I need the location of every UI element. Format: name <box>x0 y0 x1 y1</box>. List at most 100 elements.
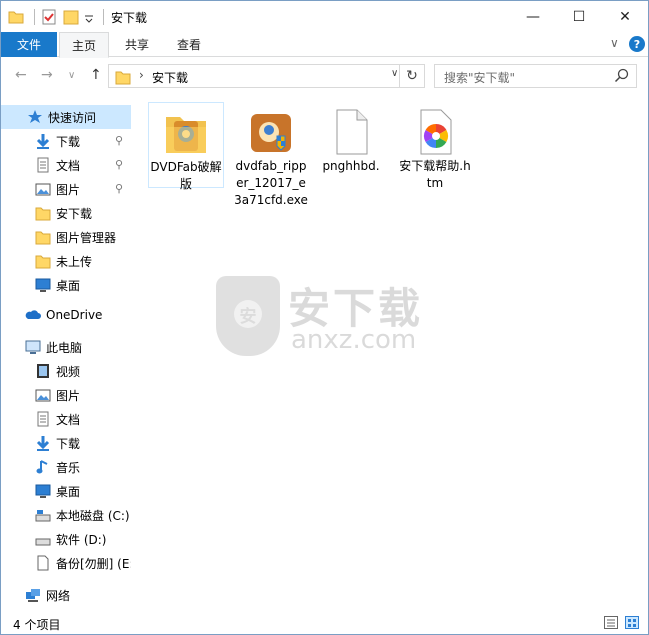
sidebar-item-drive-d[interactable]: 软件 (D:) <box>1 527 131 551</box>
sidebar-item-quick-access[interactable]: 快速访问 <box>1 105 131 129</box>
sidebar-item-label: 视频 <box>56 364 81 379</box>
installer-icon <box>247 108 295 156</box>
tab-share[interactable]: 共享 <box>113 32 161 57</box>
pin-icon[interactable]: ⚲ <box>115 182 123 195</box>
sidebar-item-label: 文档 <box>56 158 81 173</box>
maximize-button[interactable]: ☐ <box>556 1 602 32</box>
tab-view[interactable]: 查看 <box>165 32 213 57</box>
star-icon <box>27 109 43 125</box>
sidebar-item-drive-e[interactable]: 备份[勿删] (E: <box>1 551 131 575</box>
sidebar-item-label: 网络 <box>46 588 71 603</box>
file-item[interactable]: DVDFab破解版 <box>148 102 224 191</box>
folder-icon <box>115 69 131 88</box>
file-name: DVDFab破解版 <box>150 160 222 191</box>
sidebar-item-label: 桌面 <box>56 484 81 499</box>
drive-icon <box>35 531 51 547</box>
sidebar-item-pc-documents[interactable]: 文档 <box>1 407 131 431</box>
folder-icon <box>35 229 51 245</box>
new-folder-icon[interactable] <box>62 8 80 26</box>
pin-icon[interactable]: ⚲ <box>115 158 123 171</box>
watermark: 安 安下载 anxz.com <box>216 271 436 361</box>
document-icon <box>35 157 51 173</box>
drive-icon <box>35 555 51 571</box>
address-bar[interactable]: › 安下载 ∨ <box>108 64 425 88</box>
folder-icon <box>35 205 51 221</box>
desktop-icon <box>35 277 51 293</box>
forward-button[interactable]: → <box>41 67 53 83</box>
sidebar-item-label: 音乐 <box>56 460 81 475</box>
search-input[interactable]: 搜索"安下载" <box>434 64 637 88</box>
tab-file[interactable]: 文件 <box>1 32 57 57</box>
sidebar-item-onedrive[interactable]: OneDrive <box>1 303 131 327</box>
search-placeholder: 搜索"安下载" <box>444 71 516 85</box>
customize-qat-icon[interactable] <box>84 8 94 26</box>
sidebar-item-documents[interactable]: 文档 ⚲ <box>1 153 131 177</box>
sidebar-item-label: 安下载 <box>56 206 93 221</box>
sidebar-item-pc-pictures[interactable]: 图片 <box>1 383 131 407</box>
sidebar-item-pc-downloads[interactable]: 下载 <box>1 431 131 455</box>
document-icon <box>35 411 51 427</box>
computer-icon <box>25 339 41 355</box>
navigation-pane: 快速访问 下载 ⚲ 文档 ⚲ 图片 ⚲ 安下载 图片管理器 未上传 桌面 One… <box>1 99 133 609</box>
picture-icon <box>35 387 51 403</box>
file-item[interactable]: dvdfab_ripper_12017_e3a71cfd.exe <box>233 102 309 209</box>
sidebar-item-picture-manager[interactable]: 图片管理器 <box>1 225 131 249</box>
sidebar-item-pictures[interactable]: 图片 ⚲ <box>1 177 131 201</box>
pin-icon[interactable]: ⚲ <box>115 134 123 147</box>
back-button[interactable]: ← <box>15 67 27 83</box>
up-button[interactable]: ↑ <box>90 67 102 83</box>
sidebar-item-label: 图片 <box>56 388 81 403</box>
sidebar-item-label: 下载 <box>56 436 81 451</box>
search-icon <box>614 68 630 87</box>
sidebar-item-anxz[interactable]: 安下载 <box>1 201 131 225</box>
file-item[interactable]: pnghhbd. <box>313 102 389 175</box>
recent-locations-button[interactable]: ∨ <box>68 70 75 81</box>
ribbon-tabs: 文件 主页 共享 查看 ∨ ? <box>1 32 648 58</box>
help-icon[interactable]: ? <box>629 36 645 52</box>
sidebar-item-label: 下载 <box>56 134 81 149</box>
breadcrumb-chevron[interactable]: › <box>139 68 144 82</box>
file-item[interactable]: 安下载帮助.htm <box>397 102 473 192</box>
collapse-ribbon-button[interactable]: ∨ <box>610 36 619 50</box>
close-button[interactable]: ✕ <box>602 1 648 32</box>
sidebar-item-label: 图片 <box>56 182 81 197</box>
details-view-icon[interactable] <box>604 616 618 629</box>
sidebar-item-not-uploaded[interactable]: 未上传 <box>1 249 131 273</box>
sidebar-item-this-pc[interactable]: 此电脑 <box>1 335 131 359</box>
folder-icon <box>7 8 25 26</box>
shield-logo: 安 <box>216 276 280 356</box>
file-name: 安下载帮助.htm <box>399 159 471 190</box>
sidebar-item-drive-c[interactable]: 本地磁盘 (C:) <box>1 503 131 527</box>
properties-icon[interactable] <box>40 8 58 26</box>
sidebar-item-label: 此电脑 <box>46 340 83 355</box>
network-icon <box>25 587 41 603</box>
file-name: dvdfab_ripper_12017_e3a71cfd.exe <box>234 159 308 207</box>
sidebar-item-videos[interactable]: 视频 <box>1 359 131 383</box>
cloud-icon <box>25 307 41 323</box>
sidebar-item-label: 软件 (D:) <box>56 532 107 547</box>
sidebar-item-label: 快速访问 <box>48 110 97 125</box>
sidebar-item-label: 文档 <box>56 412 81 427</box>
quick-access-toolbar <box>7 6 109 28</box>
download-icon <box>35 435 51 451</box>
sidebar-item-downloads[interactable]: 下载 ⚲ <box>1 129 131 153</box>
sidebar-item-network[interactable]: 网络 <box>1 583 131 607</box>
music-icon <box>35 459 51 475</box>
sidebar-item-desktop[interactable]: 桌面 <box>1 273 131 297</box>
video-icon <box>35 363 51 379</box>
sidebar-item-label: OneDrive <box>46 308 103 322</box>
address-bar-row: ← → ∨ ↑ › 安下载 ∨ ↻ 搜索"安下载" <box>1 58 648 94</box>
watermark-url: anxz.com <box>291 325 417 355</box>
tab-home[interactable]: 主页 <box>59 32 109 58</box>
minimize-button[interactable]: — <box>510 1 556 32</box>
sidebar-item-music[interactable]: 音乐 <box>1 455 131 479</box>
window-title: 安下载 <box>111 11 148 25</box>
address-dropdown-button[interactable]: ∨ <box>391 68 398 79</box>
refresh-button[interactable]: ↻ <box>399 64 425 88</box>
breadcrumb[interactable]: 安下载 <box>152 69 188 86</box>
sidebar-item-label: 本地磁盘 (C:) <box>56 508 130 523</box>
large-icons-view-icon[interactable] <box>625 616 639 629</box>
sidebar-item-pc-desktop[interactable]: 桌面 <box>1 479 131 503</box>
file-name: pnghhbd. <box>322 159 380 173</box>
picture-icon <box>35 181 51 197</box>
